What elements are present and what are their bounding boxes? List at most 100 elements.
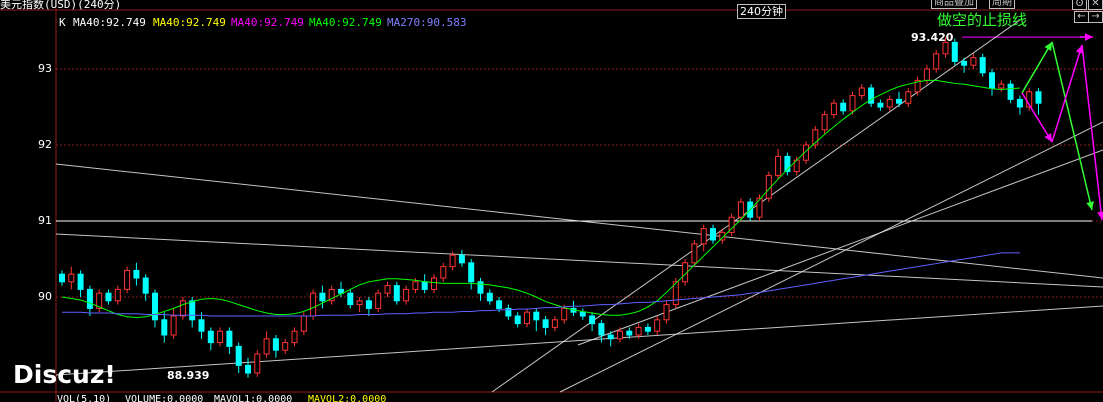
mavol1-value: MAVOL1:0.0000 <box>214 394 293 402</box>
candle-up <box>217 330 224 344</box>
candle-up <box>905 91 912 104</box>
candle-down <box>840 102 847 112</box>
ma-value-white: MA40:92.749 <box>73 16 146 29</box>
candle-down <box>319 292 326 302</box>
candle-up <box>68 273 75 283</box>
ma-value-magenta: MA40:92.749 <box>231 16 304 29</box>
indicator-k-label: K <box>59 16 66 29</box>
candle-up <box>858 87 865 97</box>
candle-down <box>589 315 596 325</box>
y-tick-label: 92 <box>38 138 52 151</box>
forecast-arrow-drop <box>1081 44 1103 221</box>
candle-up <box>254 353 261 374</box>
candle-down <box>198 319 205 332</box>
candle-down <box>207 330 214 344</box>
ma-value-green: MA40:92.749 <box>309 16 382 29</box>
candle-down <box>458 254 465 264</box>
candle-up <box>403 288 410 302</box>
overlay-commodity-button[interactable]: 商品叠加 <box>931 0 977 9</box>
candle-up <box>663 304 670 321</box>
candle-up <box>737 201 744 218</box>
grid-layer <box>56 68 1103 298</box>
candle-down <box>1016 98 1023 108</box>
ma270-value: MA270:90.583 <box>387 16 467 29</box>
candle-up <box>449 254 456 268</box>
candle-up <box>179 300 186 317</box>
forecast-arrow-up <box>1021 41 1053 94</box>
candle-down <box>961 60 968 66</box>
candle-down <box>142 277 149 294</box>
candle-down <box>245 364 251 374</box>
candle-down <box>1007 83 1014 100</box>
candle-down <box>710 228 716 241</box>
candle-down <box>542 319 549 328</box>
restore-icon[interactable]: ʘ <box>1072 0 1087 10</box>
candle-down <box>152 292 158 321</box>
candle-up <box>310 292 317 317</box>
candle-up <box>114 288 121 302</box>
low-price-label: 88.939 <box>167 369 210 382</box>
mavol2-value: MAVOL2:0.0000 <box>308 394 387 402</box>
candle-up <box>431 277 437 290</box>
candle-up <box>942 41 949 55</box>
candle-up <box>970 57 977 66</box>
candle-down <box>496 300 503 309</box>
ma-value-yellow: MA40:92.749 <box>153 16 226 29</box>
moving-average-layer <box>61 79 1020 319</box>
candle-down <box>77 273 84 290</box>
candle-down <box>235 345 242 366</box>
candle-up <box>440 266 447 279</box>
candle-down <box>189 300 196 321</box>
candle-up <box>282 342 289 351</box>
volume-indicator-label: VOL(5,10) <box>57 394 112 402</box>
trendline <box>577 149 1103 346</box>
candle-up <box>300 315 307 332</box>
candle-down <box>644 326 651 332</box>
candle-up <box>849 95 856 112</box>
candle-down <box>486 292 493 302</box>
y-tick-label: 93 <box>38 62 52 75</box>
forecast-arrow-down <box>1051 41 1093 211</box>
forecast-arrow-drop-head <box>1097 211 1103 220</box>
trendline <box>559 121 1103 393</box>
high-price-label: 93.420 <box>911 31 954 44</box>
candle-down <box>59 273 65 283</box>
candle-down <box>877 102 884 108</box>
close-icon[interactable]: ✕ <box>1088 0 1103 10</box>
y-tick-label: 91 <box>38 214 52 227</box>
candle-up <box>384 285 391 294</box>
candle-up <box>886 98 893 108</box>
symbol-title: 美元指数(USD)(240分) <box>0 0 122 11</box>
candle-up <box>830 102 837 116</box>
candle-up <box>821 114 828 131</box>
period-button[interactable]: 周期 <box>989 0 1015 9</box>
candle-up <box>617 330 623 340</box>
volume-value: VOLUME:0.0000 <box>125 394 204 402</box>
candle-down <box>579 311 586 317</box>
scroll-left-icon[interactable]: ← <box>1074 11 1089 23</box>
candle-up <box>933 53 940 70</box>
candle-down <box>393 285 400 302</box>
stop-loss-annotation: 做空的止损线 <box>937 11 1028 29</box>
candle-down <box>951 41 958 62</box>
stop-loss-arrow-head <box>1084 33 1093 41</box>
forecast-arrow-down-head <box>1086 201 1094 210</box>
candle-up <box>291 330 298 344</box>
candle-down <box>365 300 372 309</box>
candlestick-chart[interactable] <box>0 0 1103 402</box>
candle-down <box>989 72 995 89</box>
candle-down <box>226 330 233 347</box>
scroll-right-icon[interactable]: → <box>1088 11 1103 23</box>
chart-window: 美元指数(USD)(240分) K MA40:92.749 MA40:92.74… <box>0 0 1103 402</box>
candle-down <box>626 330 633 336</box>
forecast-arrow-layer <box>1021 33 1103 221</box>
candle-up <box>356 300 363 306</box>
candle-down <box>133 269 140 279</box>
ma270-line <box>62 252 1020 317</box>
candle-down <box>896 98 902 104</box>
candle-down <box>272 338 279 351</box>
candle-up <box>923 68 930 81</box>
candle-down <box>1035 91 1042 104</box>
candle-up <box>551 319 558 328</box>
candle-up <box>635 326 642 336</box>
